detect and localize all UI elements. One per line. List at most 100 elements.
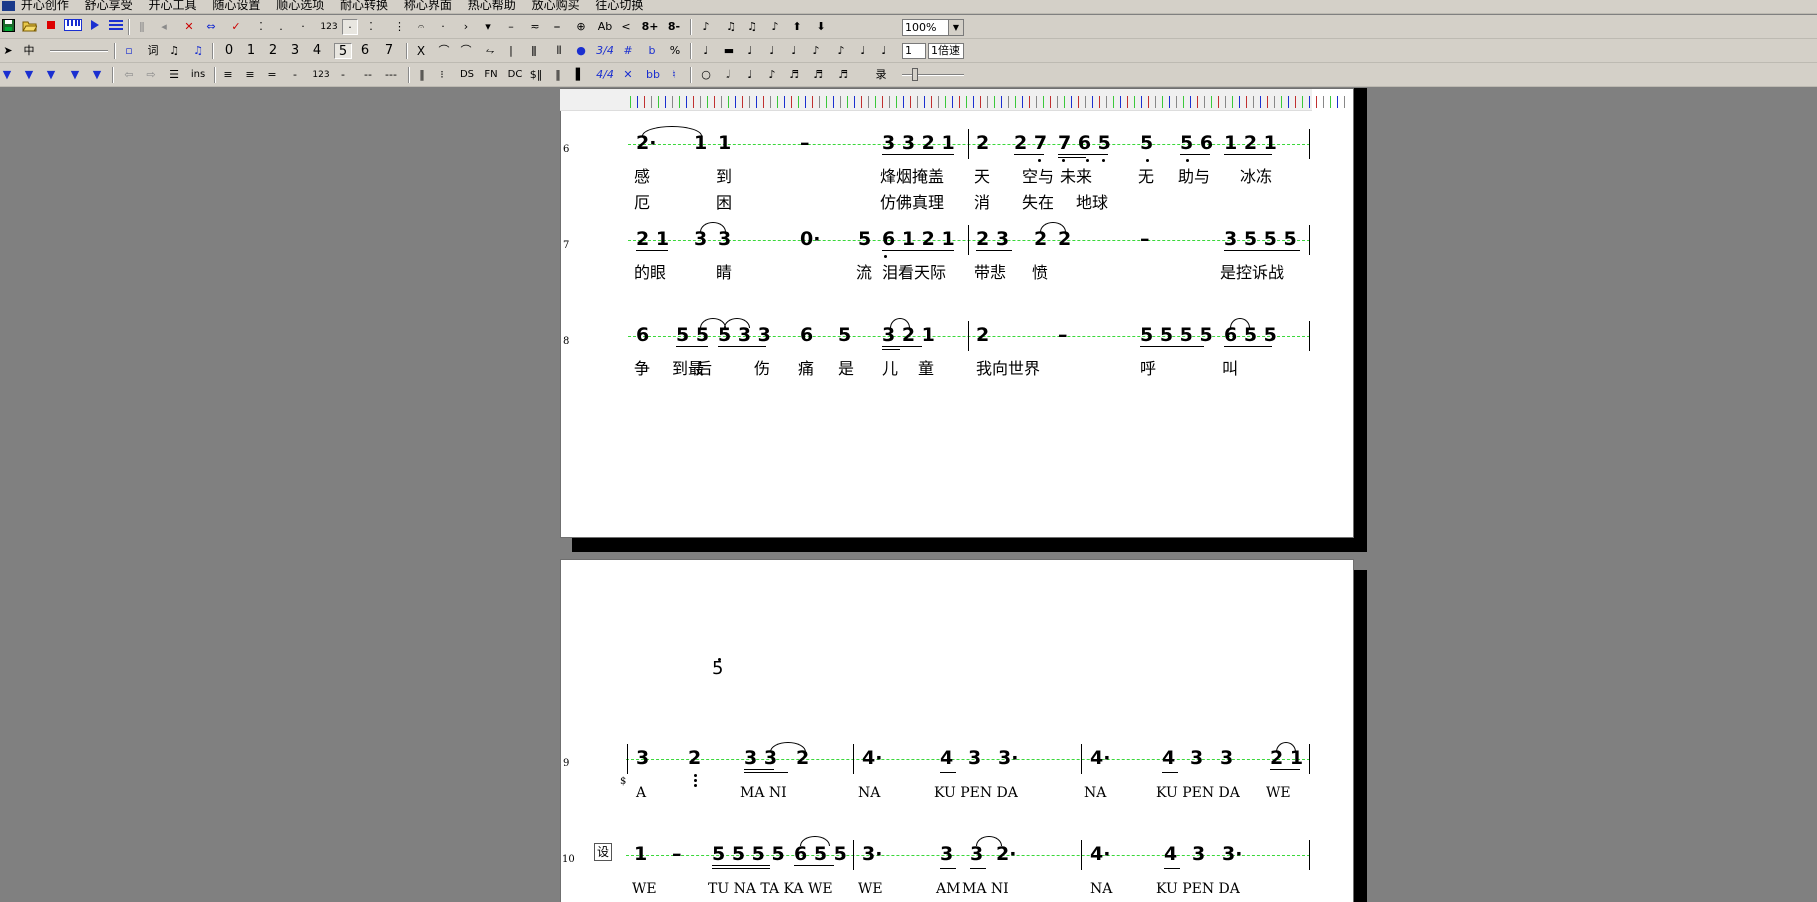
swap-icon[interactable]: ⇔ bbox=[204, 19, 218, 35]
box-icon[interactable]: ▫ bbox=[122, 43, 136, 59]
dot-single-icon[interactable]: · bbox=[298, 19, 308, 35]
menu-item-convert[interactable]: 耐心转换 bbox=[340, 0, 388, 11]
text-ab-button[interactable]: Ab bbox=[596, 19, 614, 35]
align-middle-icon[interactable]: ≡ bbox=[244, 67, 256, 83]
marcato-icon[interactable]: ▾ bbox=[482, 19, 494, 35]
crescendo-icon[interactable]: < bbox=[620, 19, 632, 35]
speed-field[interactable]: 1倍速 bbox=[928, 43, 964, 59]
record-button[interactable]: 录 bbox=[872, 67, 890, 83]
dot-triple-icon[interactable]: ⋮ bbox=[394, 19, 405, 35]
whole-note-icon[interactable]: ○ bbox=[700, 67, 712, 83]
dash-icon[interactable]: – bbox=[506, 19, 516, 35]
digit-3-button[interactable]: 3 bbox=[288, 43, 302, 59]
tempo-slider[interactable] bbox=[902, 67, 964, 83]
tie-cross-icon[interactable]: ⥊ bbox=[482, 43, 498, 59]
number-mode-button[interactable]: 123 bbox=[318, 19, 340, 35]
half-note-icon[interactable]: 𝅗𝅥 bbox=[722, 67, 734, 83]
segno-icon[interactable]: $‖ bbox=[528, 67, 544, 83]
barline-icon[interactable]: | bbox=[506, 43, 516, 59]
dropdown-arrow-1-icon[interactable]: ▼ bbox=[2, 67, 12, 83]
menu-item-interface[interactable]: 称心界面 bbox=[404, 0, 452, 11]
pointer-icon[interactable]: ➤ bbox=[2, 43, 14, 59]
align-left-icon[interactable]: ≡ bbox=[222, 67, 234, 83]
quarter-note-2-icon[interactable]: ♩ bbox=[744, 43, 756, 59]
align-center-button[interactable]: 中 bbox=[20, 43, 38, 59]
end-bar-icon[interactable]: ‖ bbox=[552, 67, 564, 83]
tenuto-icon[interactable]: ⎯ bbox=[550, 19, 564, 35]
dropdown-arrow-2-icon[interactable]: ▼ bbox=[24, 67, 34, 83]
percent-button[interactable]: % bbox=[668, 43, 682, 59]
thirtysecond-duration-icon[interactable]: ♬ bbox=[812, 67, 824, 83]
check-icon[interactable]: ✓ bbox=[228, 19, 244, 35]
fn-button[interactable]: FN bbox=[482, 67, 500, 83]
target-icon[interactable]: ⊕ bbox=[574, 19, 588, 35]
open-folder-icon[interactable] bbox=[21, 19, 38, 35]
note-stem-icon[interactable]: ♩ bbox=[766, 43, 778, 59]
dot-above-button[interactable]: · bbox=[342, 19, 358, 35]
arrow-left-icon[interactable]: ⇦ bbox=[122, 67, 136, 83]
chevron-down-icon[interactable]: ▼ bbox=[948, 20, 963, 35]
double-barline-icon[interactable]: ǁ bbox=[528, 43, 540, 59]
quarter-note-icon[interactable]: ♩ bbox=[700, 43, 712, 59]
score-page-1[interactable] bbox=[560, 88, 1354, 538]
natural-cross-icon[interactable]: ✕ bbox=[622, 67, 634, 83]
accent-icon[interactable]: › bbox=[460, 19, 472, 35]
digit-5-button[interactable]: 5 bbox=[334, 43, 352, 59]
menu-item-buy[interactable]: 放心购买 bbox=[532, 0, 580, 11]
beam-icon[interactable]: ♫ bbox=[744, 19, 760, 35]
sharp-button[interactable]: # bbox=[622, 43, 634, 59]
flat-button[interactable]: b bbox=[646, 43, 658, 59]
double-flat-button[interactable]: bb bbox=[644, 67, 662, 83]
align-equal-icon[interactable]: = bbox=[266, 67, 278, 83]
repeat-start-icon[interactable]: ‖ bbox=[416, 67, 428, 83]
dropdown-arrow-3-icon[interactable]: ▼ bbox=[46, 67, 56, 83]
menu-item-options[interactable]: 顺心选项 bbox=[276, 0, 324, 11]
dc-button[interactable]: DC bbox=[506, 67, 524, 83]
staccato-icon[interactable]: · bbox=[438, 19, 448, 35]
mordent-icon[interactable]: ≂ bbox=[528, 19, 542, 35]
menu-item-settings[interactable]: 随心设置 bbox=[212, 0, 260, 11]
slur-icon[interactable]: ⌒ bbox=[436, 43, 452, 59]
lyric-button[interactable]: 词 bbox=[144, 43, 162, 59]
note-small-icon[interactable]: ♩ bbox=[878, 43, 890, 59]
menu-item-tools[interactable]: 开心工具 bbox=[149, 0, 197, 11]
dash-triple-button[interactable]: --- bbox=[380, 67, 402, 83]
delete-tie-icon[interactable]: ✕ bbox=[182, 19, 196, 35]
minus-button[interactable]: - bbox=[290, 67, 300, 83]
note-accent-icon[interactable]: ♩ bbox=[856, 43, 870, 59]
note-slash-icon[interactable]: ♪ bbox=[810, 43, 822, 59]
page-field[interactable]: 1 bbox=[902, 43, 926, 59]
menu-item-enjoy[interactable]: 舒心享受 bbox=[85, 0, 133, 11]
eighth-note-icon[interactable]: ♪ bbox=[768, 19, 782, 35]
digit-6-button[interactable]: 6 bbox=[358, 43, 372, 59]
insert-button[interactable]: ins bbox=[188, 67, 208, 83]
beam-blue-icon[interactable]: ♫ bbox=[190, 43, 206, 59]
beam-note-icon[interactable]: ♫ bbox=[166, 43, 182, 59]
zoom-select[interactable]: 100% ▼ bbox=[902, 19, 964, 36]
rest-icon[interactable]: ▬ bbox=[722, 43, 736, 59]
digit-4-button[interactable]: 4 bbox=[310, 43, 324, 59]
dash-single-button[interactable]: - bbox=[338, 67, 348, 83]
octave-up-button[interactable]: 8+ bbox=[640, 19, 660, 35]
menu-item-switch[interactable]: 往心切换 bbox=[595, 0, 643, 11]
note-ring-icon[interactable]: ♪ bbox=[834, 43, 848, 59]
digit-1-button[interactable]: 1 bbox=[244, 43, 258, 59]
digit-0-button[interactable]: 0 bbox=[222, 43, 236, 59]
repeat-icon[interactable]: ⦀ bbox=[552, 43, 566, 59]
octave-down-button[interactable]: 8- bbox=[664, 19, 684, 35]
color-wheel-icon[interactable]: ● bbox=[574, 43, 588, 59]
quarter-duration-icon[interactable]: ♩ bbox=[744, 67, 756, 83]
dropdown-arrow-5-icon[interactable]: ▼ bbox=[92, 67, 102, 83]
ds-button[interactable]: DS bbox=[458, 67, 476, 83]
time-44-button[interactable]: 4/4 bbox=[596, 67, 614, 83]
dot-below-icon[interactable]: . bbox=[276, 19, 286, 35]
arrow-up-icon[interactable]: ⬆ bbox=[790, 19, 804, 35]
note-flag-icon[interactable]: ♩ bbox=[788, 43, 800, 59]
volume-slider[interactable] bbox=[50, 43, 108, 59]
numbered-button[interactable]: 123 bbox=[310, 67, 332, 83]
dot-dotted-icon[interactable]: ⁚ bbox=[256, 19, 266, 35]
natural-icon[interactable]: ♮ bbox=[668, 67, 680, 83]
time-signature-button[interactable]: 3/4 bbox=[596, 43, 614, 59]
thick-bar-icon[interactable]: ▌ bbox=[574, 67, 586, 83]
tie-icon[interactable]: ⌒ bbox=[458, 43, 474, 59]
